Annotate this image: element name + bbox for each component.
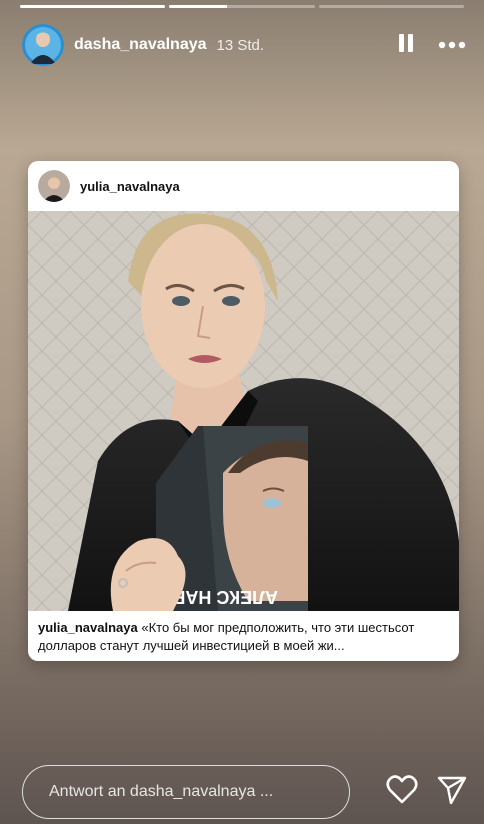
story-progress (20, 5, 464, 8)
progress-fill-1 (20, 5, 166, 8)
post-header: yulia_navalnaya (28, 161, 459, 211)
progress-segment-3 (318, 5, 464, 8)
caption-username: yulia_navalnaya (38, 620, 138, 635)
progress-segment-2 (169, 5, 315, 8)
post-caption[interactable]: yulia_navalnaya «Кто бы мог предположить… (38, 619, 449, 655)
progress-segment-1 (20, 5, 166, 8)
shared-post-card[interactable]: yulia_navalnaya АЛЕКС НАВАЛЬ yulia_naval… (28, 161, 459, 661)
more-horizontal-icon (438, 36, 466, 54)
post-username[interactable]: yulia_navalnaya (80, 179, 180, 194)
avatar[interactable] (22, 24, 64, 66)
like-button[interactable] (384, 774, 420, 810)
story-username[interactable]: dasha_navalnaya (74, 36, 207, 54)
post-photo[interactable]: АЛЕКС НАВАЛЬ (28, 211, 459, 611)
post-avatar[interactable] (38, 170, 70, 202)
send-icon (437, 775, 467, 810)
heart-icon (386, 774, 418, 810)
reply-input[interactable] (22, 765, 350, 819)
pause-icon (397, 33, 415, 58)
pause-button[interactable] (390, 29, 422, 61)
progress-fill-2 (169, 5, 228, 8)
story-footer (22, 764, 470, 820)
more-options-button[interactable] (436, 29, 468, 61)
story-timestamp: 13 Std. (216, 36, 265, 54)
story-header: dasha_navalnaya 13 Std. (22, 24, 468, 66)
send-button[interactable] (434, 774, 470, 810)
